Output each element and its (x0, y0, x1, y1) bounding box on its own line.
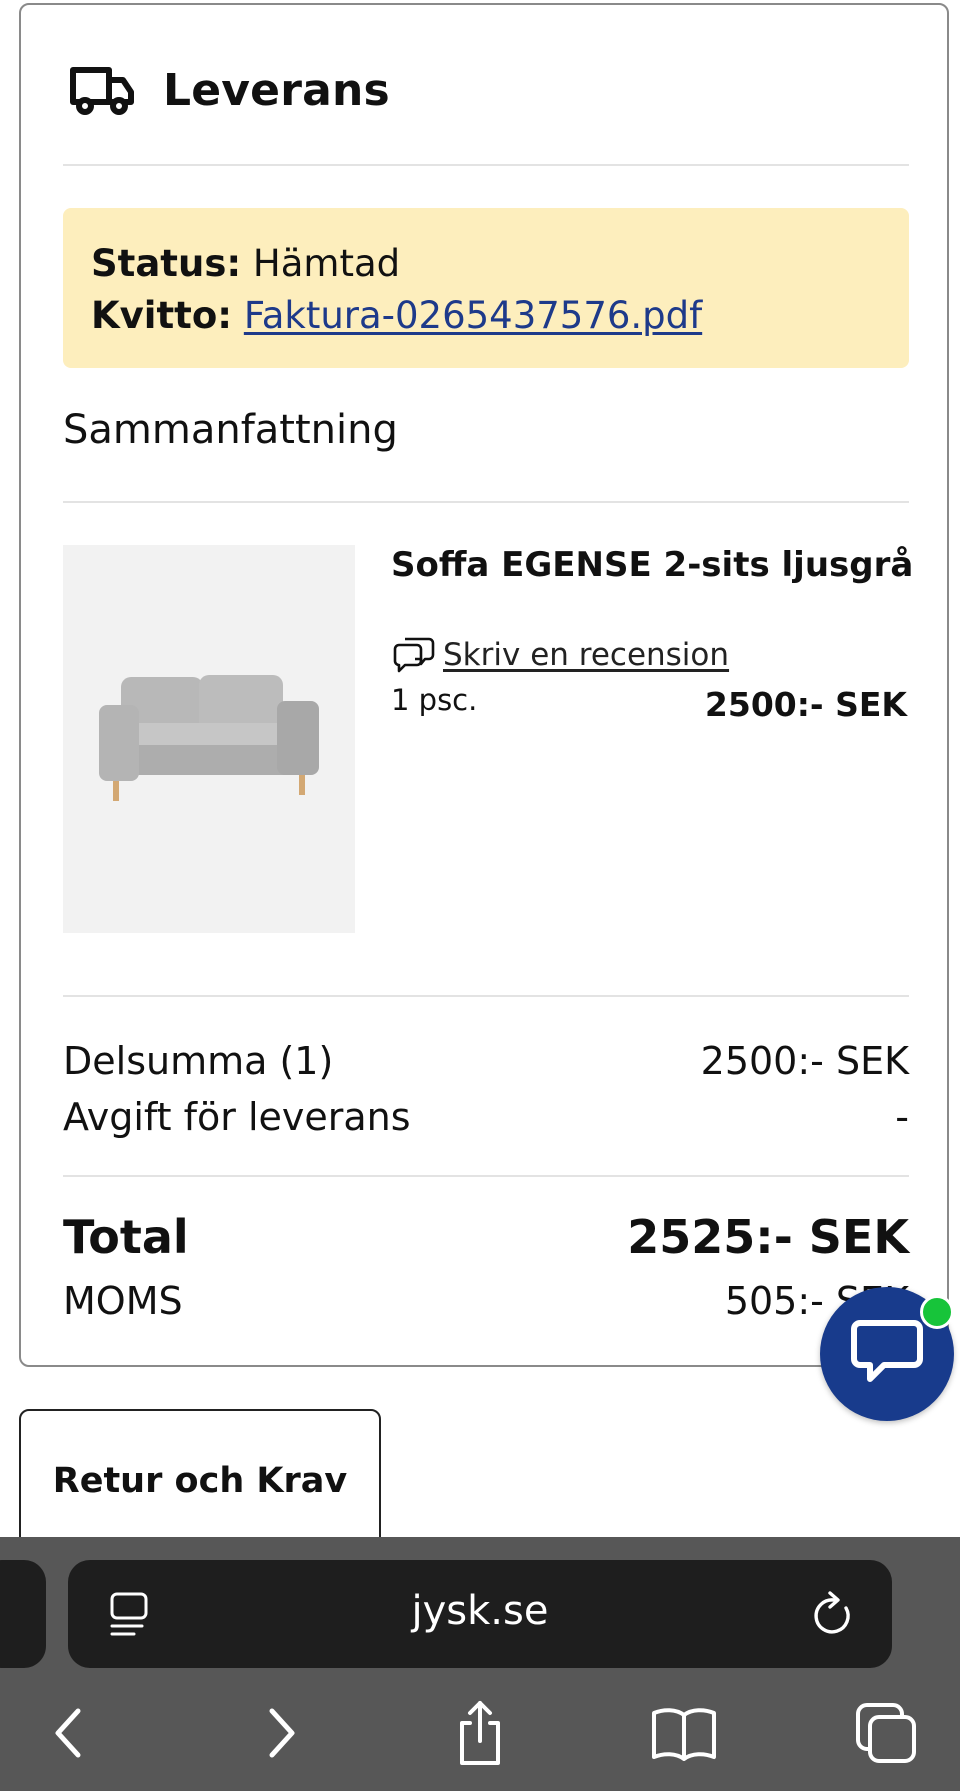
back-icon[interactable] (34, 1697, 106, 1769)
url-text[interactable]: jysk.se (68, 1588, 892, 1634)
share-icon[interactable] (444, 1697, 516, 1769)
receipt-label: Kvitto: (91, 294, 233, 337)
subtotal-value: 2500:- SEK (700, 1039, 909, 1083)
reload-icon[interactable] (808, 1588, 858, 1640)
product-name[interactable]: Soffa EGENSE 2-sits ljusgrå (391, 545, 913, 585)
chat-button[interactable] (820, 1287, 954, 1421)
address-bar[interactable]: jysk.se (68, 1560, 892, 1668)
online-indicator (920, 1295, 954, 1329)
truck-icon (69, 64, 135, 116)
receipt-line: Kvitto: Faktura-0265437576.pdf (91, 290, 881, 342)
delivery-fee-label: Avgift för leverans (63, 1095, 411, 1139)
receipt-link[interactable]: Faktura-0265437576.pdf (244, 294, 702, 337)
divider (63, 501, 909, 503)
order-delivery-card: Leverans Status: Hämtad Kvitto: Faktura-… (19, 3, 949, 1367)
status-label: Status: (91, 242, 242, 285)
total-label: Total (63, 1210, 189, 1264)
card-header: Leverans (69, 55, 390, 125)
review-row: Skriv en recension (391, 633, 729, 677)
delivery-fee-value: - (895, 1095, 909, 1139)
divider (63, 1175, 909, 1177)
forward-icon[interactable] (244, 1697, 316, 1769)
browser-toolbar: jysk.se (0, 1537, 960, 1791)
product-quantity: 1 psc. (391, 683, 478, 717)
write-review-link[interactable]: Skriv en recension (443, 637, 729, 673)
product-price: 2500:- SEK (704, 685, 907, 724)
delivery-fee-row: Avgift för leverans - (63, 1095, 909, 1139)
divider (63, 164, 909, 166)
tabs-icon[interactable] (850, 1697, 922, 1769)
subtotal-label: Delsumma (1) (63, 1039, 334, 1083)
card-title: Leverans (163, 64, 390, 116)
vat-label: MOMS (63, 1279, 183, 1323)
status-line: Status: Hämtad (91, 238, 881, 290)
total-value: 2525:- SEK (627, 1210, 909, 1264)
total-row: Total 2525:- SEK (63, 1210, 909, 1264)
chat-icon (850, 1317, 924, 1391)
divider (63, 995, 909, 997)
speech-bubbles-icon (391, 633, 435, 677)
previous-tab-preview[interactable] (0, 1560, 46, 1668)
status-value: Hämtad (252, 242, 401, 285)
product-image[interactable] (63, 545, 355, 933)
bookmarks-icon[interactable] (648, 1697, 720, 1769)
status-box: Status: Hämtad Kvitto: Faktura-026543757… (63, 208, 909, 368)
vat-row: MOMS 505:- SEK (63, 1279, 909, 1323)
subtotal-row: Delsumma (1) 2500:- SEK (63, 1039, 909, 1083)
summary-title: Sammanfattning (63, 407, 398, 453)
